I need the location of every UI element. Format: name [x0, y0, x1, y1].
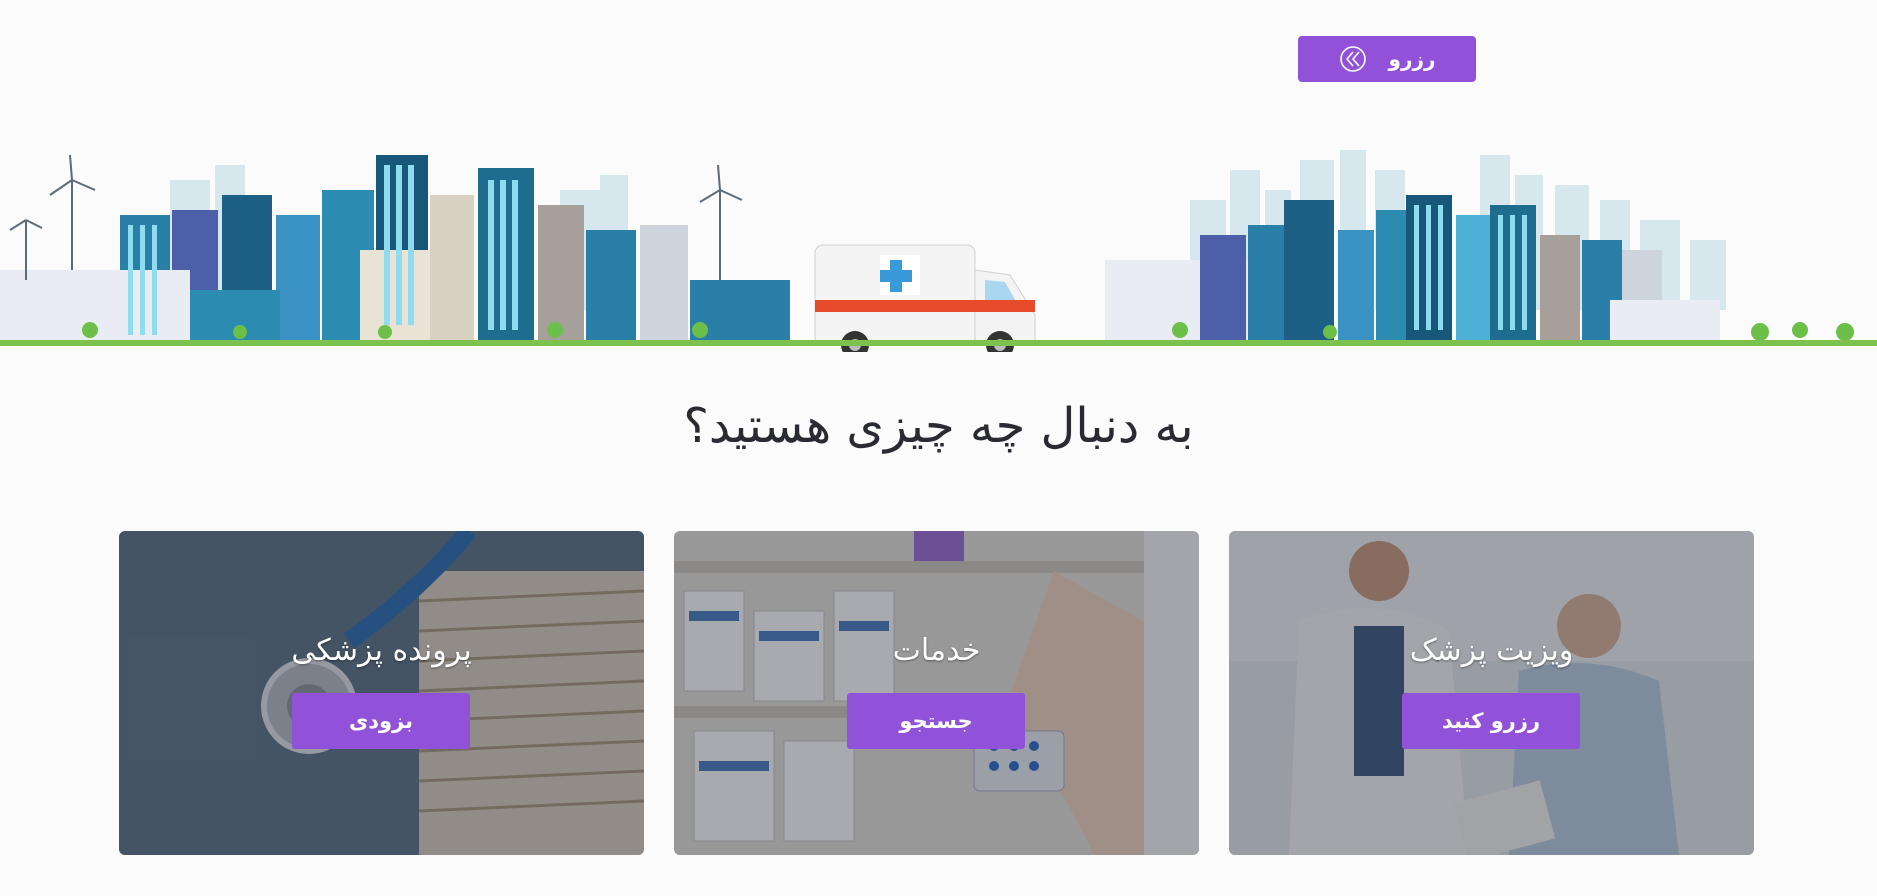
search-button[interactable]: جستجو: [847, 693, 1025, 749]
reserve-button-label: رزرو: [1388, 47, 1436, 71]
doctor-visit-card[interactable]: ویزیت پزشک رزرو کنید: [1229, 531, 1754, 855]
page-headline: به دنبال چه چیزی هستید؟: [683, 398, 1194, 454]
reserve-button[interactable]: رزرو: [1298, 36, 1476, 82]
coming-soon-button[interactable]: بزودی: [292, 693, 470, 749]
card-title: خدمات: [892, 633, 981, 668]
services-card[interactable]: خدمات جستجو: [674, 531, 1199, 855]
city-skyline-illustration: [0, 150, 1877, 352]
double-chevron-left-icon: [1339, 46, 1366, 72]
card-title: ویزیت پزشک: [1409, 633, 1574, 668]
book-now-button[interactable]: رزرو کنید: [1402, 693, 1580, 749]
medical-record-card[interactable]: پرونده پزشکی بزودی: [119, 531, 644, 855]
card-title: پرونده پزشکی: [291, 633, 472, 668]
